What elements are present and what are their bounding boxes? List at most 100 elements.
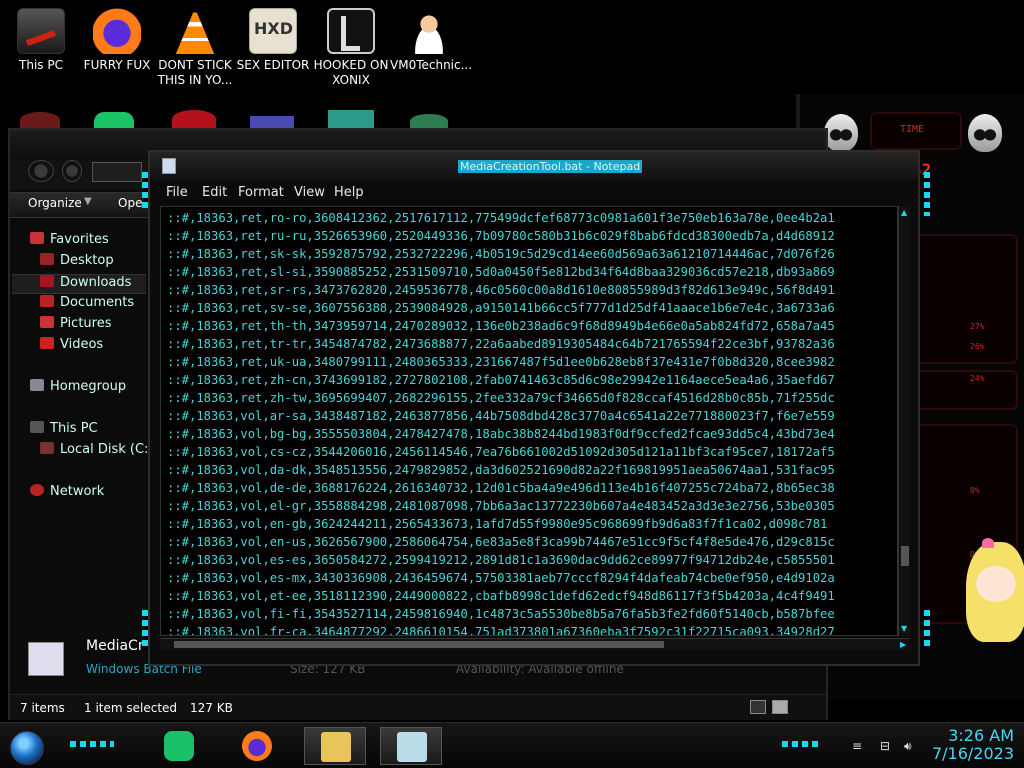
cyan-deco bbox=[70, 741, 114, 747]
desktop-icon-vlc[interactable]: DONT STICK THIS IN YO... bbox=[156, 8, 234, 88]
sidebar-item-desktop[interactable]: Desktop bbox=[40, 253, 114, 273]
text-line: ::#,18363,ret,zh-cn,3743699182,272780210… bbox=[167, 373, 835, 387]
stat-value: 27% bbox=[970, 322, 985, 331]
desktop: This PC FURRY FUX DONT STICK THIS IN YO.… bbox=[0, 0, 1024, 768]
horizontal-scrollbar[interactable]: ▶ bbox=[160, 638, 910, 650]
address-bar[interactable] bbox=[92, 162, 142, 182]
text-line: ::#,18363,vol,ar-sa,3438487182,246387785… bbox=[167, 409, 835, 423]
notepad-icon bbox=[162, 158, 176, 174]
menu-edit[interactable]: Edit bbox=[202, 185, 227, 200]
sidebar-item-downloads[interactable]: Downloads bbox=[12, 274, 146, 294]
desktop-icon bbox=[40, 253, 54, 265]
menu-file[interactable]: File bbox=[166, 185, 188, 200]
cyan-deco bbox=[142, 610, 148, 650]
status-bar: 7 items 1 item selected 127 KB bbox=[10, 694, 826, 720]
cyan-deco bbox=[924, 172, 930, 216]
sidebar-item-label: Homegroup bbox=[50, 379, 127, 394]
desktop-icon-label: This PC bbox=[19, 58, 63, 72]
clock[interactable]: 3:26 AM 7/16/2023 bbox=[932, 727, 1014, 763]
network-icon bbox=[30, 484, 44, 496]
horizontal-scroll-thumb[interactable] bbox=[174, 641, 664, 648]
desktop-icon-label: FURRY FUX bbox=[83, 58, 151, 72]
taskbar-item-file-explorer[interactable] bbox=[304, 727, 366, 765]
partial-icon bbox=[410, 114, 448, 128]
text-line: ::#,18363,vol,et-ee,3518112390,244900082… bbox=[167, 589, 835, 603]
network-icon[interactable]: ⊟ bbox=[880, 739, 890, 753]
character-sticker bbox=[958, 538, 1024, 650]
taskbar-item-sheets[interactable] bbox=[148, 727, 210, 765]
text-line: ::#,18363,vol,es-mx,3430336908,243645967… bbox=[167, 571, 835, 585]
sidebar-item-documents[interactable]: Documents bbox=[40, 295, 134, 315]
user-icon bbox=[405, 8, 453, 54]
sidebar-item-pictures[interactable]: Pictures bbox=[40, 316, 111, 336]
desktop-icon-hex-editor[interactable]: SEX EDITOR bbox=[234, 8, 312, 73]
sidebar-item-network[interactable]: Network bbox=[30, 484, 104, 504]
taskbar-item-firefox[interactable] bbox=[226, 727, 288, 765]
desktop-icon-xonix[interactable]: HOOKED ON XONIX bbox=[312, 8, 390, 88]
notepad-text-area[interactable]: ::#,18363,ret,ro-ro,3608412362,251761711… bbox=[160, 206, 898, 636]
text-line: ::#,18363,ret,th-th,3473959714,247028903… bbox=[167, 319, 835, 333]
stat-value: 24% bbox=[970, 374, 985, 383]
text-line: ::#,18363,ret,sv-se,3607556388,253908492… bbox=[167, 301, 835, 315]
text-line: ::#,18363,ret,sl-si,3590885252,253150971… bbox=[167, 265, 835, 279]
partial-icon bbox=[250, 116, 294, 128]
scroll-up-icon[interactable]: ▲ bbox=[901, 208, 907, 217]
sidebar-item-homegroup[interactable]: Homegroup bbox=[30, 379, 126, 399]
sidebar-item-favorites[interactable]: Favorites bbox=[30, 232, 109, 252]
vertical-scroll-thumb[interactable] bbox=[901, 546, 909, 566]
desktop-icon-this-pc[interactable]: This PC bbox=[2, 8, 80, 73]
menu-format[interactable]: Format bbox=[238, 185, 284, 200]
notepad-window[interactable]: MediaCreationTool.bat - Notepad File Edi… bbox=[142, 150, 930, 666]
details-view-button[interactable] bbox=[750, 700, 766, 714]
cyan-deco bbox=[782, 741, 822, 747]
desktop-icon-label: SEX EDITOR bbox=[236, 58, 310, 72]
homegroup-icon bbox=[30, 379, 44, 391]
sidebar-item-label: This PC bbox=[50, 421, 98, 436]
time-panel: TIME bbox=[870, 112, 962, 150]
text-line: ::#,18363,vol,fr-ca,3464877292,248661015… bbox=[167, 625, 835, 636]
sidebar-item-label: Pictures bbox=[60, 316, 112, 331]
organize-button[interactable]: Organize bbox=[28, 196, 82, 210]
firefox-icon bbox=[242, 731, 272, 761]
sidebar-item-videos[interactable]: Videos bbox=[40, 337, 103, 357]
back-button[interactable] bbox=[28, 160, 54, 182]
notepad-icon bbox=[397, 732, 427, 762]
clock-date: 7/16/2023 bbox=[931, 744, 1014, 763]
stat-value: 26% bbox=[970, 342, 985, 351]
file-name: MediaCr bbox=[86, 638, 144, 654]
desktop-icon-firefox[interactable]: FURRY FUX bbox=[78, 8, 156, 73]
partial-icon bbox=[328, 110, 374, 128]
volume-icon[interactable]: 🔊︎ bbox=[904, 739, 912, 754]
forward-button[interactable] bbox=[62, 160, 82, 182]
text-line: ::#,18363,ret,zh-tw,3695699407,268229615… bbox=[167, 391, 835, 405]
cyan-deco bbox=[142, 172, 148, 208]
computer-icon bbox=[17, 8, 65, 54]
sidebar-item-local-disk[interactable]: Local Disk (C: bbox=[40, 442, 148, 462]
sidebar-item-label: Documents bbox=[60, 295, 135, 310]
vertical-scrollbar[interactable]: ▲ ▼ bbox=[898, 206, 910, 636]
scroll-right-icon[interactable]: ▶ bbox=[900, 640, 906, 649]
start-button[interactable] bbox=[10, 731, 44, 765]
text-line: ::#,18363,ret,uk-ua,3480799111,248036533… bbox=[167, 355, 835, 369]
sidebar-item-label: Videos bbox=[60, 337, 104, 352]
desktop-icon-label: HOOKED ON XONIX bbox=[313, 58, 389, 87]
sidebar-item-label: Desktop bbox=[60, 253, 114, 268]
text-line: ::#,18363,vol,el-gr,3558884298,248108709… bbox=[167, 499, 835, 513]
clock-time: 3:26 AM bbox=[948, 726, 1014, 745]
scroll-down-icon[interactable]: ▼ bbox=[901, 624, 907, 633]
desktop-icon-vm[interactable]: VM0Technic... bbox=[390, 8, 472, 73]
character-horn bbox=[982, 538, 994, 548]
menu-view[interactable]: View bbox=[294, 185, 325, 200]
text-line: ::#,18363,vol,en-us,3626567900,258606475… bbox=[167, 535, 835, 549]
open-button[interactable]: Ope bbox=[118, 196, 142, 210]
batch-file-icon bbox=[28, 642, 64, 676]
large-icons-view-button[interactable] bbox=[772, 700, 788, 714]
alien-head-icon bbox=[824, 114, 858, 152]
sidebar-item-this-pc[interactable]: This PC bbox=[30, 421, 98, 441]
show-hidden-icons-icon[interactable]: ≡ bbox=[852, 739, 862, 753]
taskbar-item-notepad[interactable] bbox=[380, 727, 442, 765]
time-label: TIME bbox=[900, 124, 925, 135]
game-icon bbox=[327, 8, 375, 54]
favorites-icon bbox=[30, 232, 44, 244]
menu-help[interactable]: Help bbox=[334, 185, 364, 200]
